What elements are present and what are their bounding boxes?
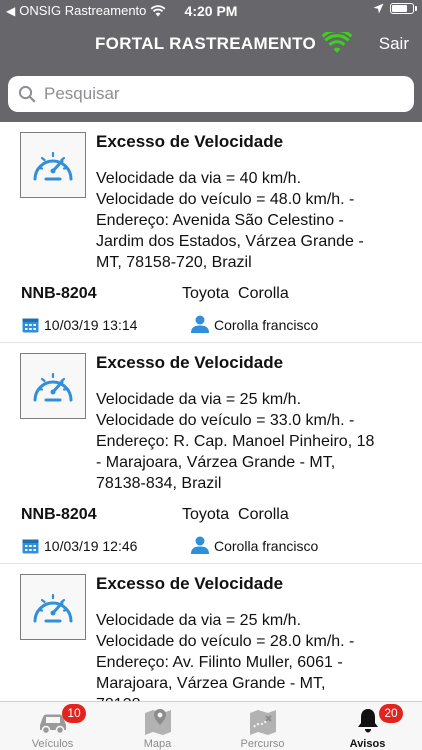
alert-description: Velocidade da via = 25 km/h. Velocidade … bbox=[96, 389, 416, 494]
alert-card[interactable]: Excesso de Velocidade Velocidade da via … bbox=[0, 343, 422, 564]
alert-datetime: 10/03/19 12:46 bbox=[44, 538, 138, 554]
user-icon bbox=[191, 315, 209, 333]
search-bar-container bbox=[0, 66, 422, 122]
user-icon bbox=[191, 536, 209, 554]
alert-card[interactable]: Excesso de Velocidade Velocidade da via … bbox=[0, 564, 422, 702]
status-time: 4:20 PM bbox=[184, 3, 238, 19]
alert-line: Velocidade do veículo = 28.0 km/h. - bbox=[96, 633, 355, 650]
battery-icon bbox=[390, 3, 417, 14]
alert-description: Velocidade da via = 25 km/h. Velocidade … bbox=[96, 610, 416, 702]
calendar-icon bbox=[22, 318, 39, 333]
status-bar-right bbox=[373, 3, 417, 14]
tab-route[interactable]: Percurso bbox=[210, 702, 315, 750]
location-arrow-icon bbox=[373, 3, 384, 14]
search-input[interactable] bbox=[44, 84, 384, 104]
alert-title: Excesso de Velocidade bbox=[96, 574, 284, 593]
alert-line: - Marajoara, Várzea Grande - MT, bbox=[96, 454, 336, 471]
vehicle-model: Toyota Corolla bbox=[182, 285, 289, 302]
map-pin-icon bbox=[144, 709, 171, 735]
alert-line: Endereço: R. Cap. Manoel Pinheiro, 18 bbox=[96, 433, 375, 450]
alert-line: Velocidade do veículo = 33.0 km/h. - bbox=[96, 412, 355, 429]
connection-status-icon bbox=[322, 32, 352, 53]
vehicle-model: Toyota Corolla bbox=[182, 506, 289, 523]
alerts-list[interactable]: Excesso de Velocidade Velocidade da via … bbox=[0, 122, 422, 702]
alert-line: Endereço: Av. Filinto Muller, 6061 - bbox=[96, 654, 343, 671]
alert-title: Excesso de Velocidade bbox=[96, 353, 284, 372]
speedometer-icon bbox=[20, 574, 86, 640]
tab-alerts[interactable]: 20 Avisos bbox=[315, 702, 420, 750]
page-title: FORTAL RASTREAMENTO bbox=[95, 34, 317, 53]
alert-line: 78138-834, Brazil bbox=[96, 475, 222, 492]
vehicles-badge: 10 bbox=[62, 704, 86, 723]
alert-card[interactable]: Excesso de Velocidade Velocidade da via … bbox=[0, 122, 422, 343]
alert-line: Velocidade da via = 25 km/h. bbox=[96, 612, 302, 629]
alert-title: Excesso de Velocidade bbox=[96, 132, 284, 151]
logout-button[interactable]: Sair bbox=[379, 34, 409, 54]
tab-map[interactable]: Mapa bbox=[105, 702, 210, 750]
alerts-badge: 20 bbox=[379, 704, 403, 723]
tab-bar: 10 Veículos Mapa Percurso 20 Avisos bbox=[0, 701, 422, 750]
alert-line: Velocidade do veículo = 48.0 km/h. - bbox=[96, 191, 355, 208]
calendar-icon bbox=[22, 539, 39, 554]
tab-label: Percurso bbox=[240, 738, 285, 750]
navigation-bar: FORTAL RASTREAMENTO Sair bbox=[0, 22, 422, 66]
alert-line: Endereço: Avenida São Celestino - bbox=[96, 212, 344, 229]
alert-line: Jardim dos Estados, Várzea Grande - bbox=[96, 233, 364, 250]
vehicle-plate: NNB-8204 bbox=[21, 506, 97, 523]
tab-label: Avisos bbox=[349, 738, 386, 750]
alert-line: Velocidade da via = 40 km/h. bbox=[96, 170, 302, 187]
driver-name: Corolla francisco bbox=[214, 317, 319, 333]
status-bar: ◀ ONSIG Rastreamento 4:20 PM bbox=[0, 0, 422, 22]
alert-line: Marajoara, Várzea Grande - MT, bbox=[96, 675, 326, 692]
alert-line: MT, 78158-720, Brazil bbox=[96, 254, 252, 271]
alert-line: Velocidade da via = 25 km/h. bbox=[96, 391, 302, 408]
alert-description: Velocidade da via = 40 km/h. Velocidade … bbox=[96, 168, 416, 273]
search-box[interactable] bbox=[8, 76, 414, 112]
search-icon bbox=[18, 85, 36, 103]
speedometer-icon bbox=[20, 132, 86, 198]
route-map-icon bbox=[249, 710, 276, 735]
tab-vehicles[interactable]: 10 Veículos bbox=[0, 702, 105, 750]
alert-datetime: 10/03/19 13:14 bbox=[44, 317, 138, 333]
speedometer-icon bbox=[20, 353, 86, 419]
driver-name: Corolla francisco bbox=[214, 538, 319, 554]
tab-label: Mapa bbox=[143, 738, 172, 750]
vehicle-plate: NNB-8204 bbox=[21, 285, 97, 302]
tab-label: Veículos bbox=[31, 738, 74, 750]
